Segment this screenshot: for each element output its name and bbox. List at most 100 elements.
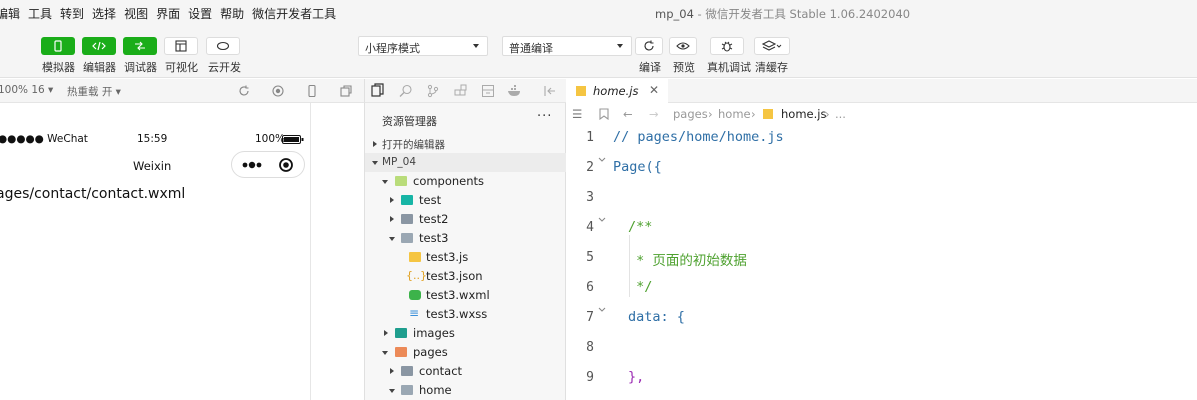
mode-select[interactable]: 小程序模式 — [358, 36, 488, 56]
menu-select[interactable]: 选择 — [92, 5, 116, 22]
more-dots-icon[interactable] — [241, 160, 263, 170]
line-number: 1 — [586, 130, 594, 145]
refresh-icon[interactable] — [237, 84, 251, 98]
tree-item-test3-wxss[interactable]: ≡ test3.wxss — [365, 305, 567, 324]
breadcrumb-item[interactable]: home.js — [781, 107, 826, 121]
cloud-label: 云开发 — [208, 61, 241, 74]
hot-reload-toggle[interactable]: 热重载 开 ▾ — [67, 84, 121, 99]
debugger-button[interactable] — [123, 37, 157, 55]
menu-tools[interactable]: 工具 — [28, 5, 52, 22]
js-file-icon — [409, 252, 421, 262]
back-arrow-icon[interactable]: ← — [623, 107, 633, 121]
chevron-right-icon: › — [825, 107, 830, 121]
bug-icon — [721, 41, 733, 52]
more-actions-icon[interactable]: ··· — [537, 109, 552, 124]
tree-item-label: components — [413, 174, 485, 188]
bookmark-icon[interactable] — [599, 108, 609, 120]
code-editor[interactable]: 1 2 3 4 5 6 7 8 9 // pages/home/home.js … — [566, 125, 1197, 400]
folder-icon — [395, 328, 407, 338]
zoom-select[interactable]: 100% 16 ▾ — [0, 84, 53, 96]
close-capsule-icon[interactable] — [278, 157, 294, 173]
menu-items: 编辑 工具 转到 选择 视图 界面 设置 帮助 微信开发者工具 — [0, 5, 336, 22]
menu-bar: 编辑 工具 转到 选择 视图 界面 设置 帮助 微信开发者工具 mp_04 - … — [0, 0, 1197, 26]
menu-view[interactable]: 视图 — [124, 5, 148, 22]
tree-item-label: images — [413, 326, 455, 340]
chevron-right-icon — [373, 141, 377, 147]
refresh-icon — [644, 40, 654, 51]
tree-item-test3[interactable]: test3 — [365, 229, 567, 248]
open-editors-section[interactable]: 打开的编辑器 — [365, 134, 567, 153]
line-number: 5 — [586, 250, 594, 265]
folder-open-icon — [401, 233, 413, 243]
wxml-file-icon — [409, 290, 421, 300]
breadcrumb-item[interactable]: ... — [835, 107, 846, 121]
remote-debug-label: 真机调试 — [707, 61, 751, 74]
capsule-menu[interactable] — [231, 151, 305, 178]
breadcrumb-item[interactable]: pages — [673, 107, 708, 121]
chevron-down-icon — [473, 44, 479, 48]
tree-item-test2[interactable]: test2 — [365, 210, 567, 229]
code-line-5: * 页面的初始数据 — [628, 253, 747, 269]
collapse-panel-icon[interactable] — [543, 84, 557, 98]
chevron-right-icon — [390, 216, 394, 222]
tree-item-contact[interactable]: contact — [365, 362, 567, 381]
tree-item-label: test3.wxml — [426, 288, 490, 302]
cloud-button[interactable] — [206, 37, 240, 55]
toolbar: 模拟器 编辑器 调试器 可视化 云开发 小程序模式 普通编译 编译 预览 真机调… — [0, 26, 1197, 78]
search-icon[interactable] — [399, 84, 413, 98]
simulator-button[interactable] — [41, 37, 75, 55]
extensions-icon[interactable] — [454, 84, 468, 98]
tab-home-js[interactable]: home.js ✕ — [566, 79, 668, 103]
fold-chevron-icon[interactable] — [598, 156, 606, 164]
tree-item-images[interactable]: images — [365, 324, 567, 343]
line-number: 9 — [586, 370, 594, 385]
compile-select[interactable]: 普通编译 — [502, 36, 632, 56]
tree-item-test3-wxml[interactable]: test3.wxml — [365, 286, 567, 305]
tree-item-test3-json[interactable]: {..} test3.json — [365, 267, 567, 286]
menu-interface[interactable]: 界面 — [156, 5, 180, 22]
git-icon[interactable] — [427, 84, 439, 98]
preview-button[interactable] — [669, 37, 697, 55]
phone-icon — [54, 40, 62, 52]
close-icon[interactable]: ✕ — [649, 83, 659, 97]
code-line-7: data: { — [628, 309, 685, 325]
forward-arrow-icon[interactable]: → — [649, 107, 659, 121]
visual-button[interactable] — [164, 37, 198, 55]
chevron-right-icon — [390, 197, 394, 203]
menu-settings[interactable]: 设置 — [188, 5, 212, 22]
js-file-icon — [576, 86, 586, 96]
fold-chevron-icon[interactable] — [598, 306, 606, 314]
chevron-right-icon — [384, 330, 388, 336]
compile-button[interactable] — [635, 37, 663, 55]
tree-item-label: contact — [419, 364, 463, 378]
js-file-icon — [763, 109, 773, 119]
record-icon[interactable] — [271, 84, 285, 98]
device-icon[interactable] — [305, 84, 319, 98]
remote-debug-button[interactable] — [710, 37, 744, 55]
tree-item-pages[interactable]: pages — [365, 343, 567, 362]
detach-icon[interactable] — [339, 84, 353, 98]
tree-item-test[interactable]: test — [365, 191, 567, 210]
chevron-down-icon — [372, 161, 378, 165]
tree-item-test3-js[interactable]: test3.js — [365, 248, 567, 267]
folder-open-icon — [395, 347, 407, 357]
preview-label: 预览 — [673, 61, 695, 74]
zoom-value: 100% 16 — [0, 84, 45, 96]
menu-goto[interactable]: 转到 — [60, 5, 84, 22]
storage-icon[interactable] — [481, 84, 495, 98]
project-root-section[interactable]: MP_04 — [365, 153, 567, 172]
list-icon[interactable]: ☰ — [572, 107, 582, 121]
breadcrumb-item[interactable]: home — [718, 107, 751, 121]
files-icon[interactable] — [371, 83, 385, 98]
clear-cache-button[interactable] — [754, 37, 790, 55]
menu-devtools[interactable]: 微信开发者工具 — [252, 5, 336, 22]
project-name: mp_04 — [655, 7, 694, 21]
editor-button[interactable] — [82, 37, 116, 55]
tree-item-components[interactable]: components — [365, 172, 567, 191]
docker-icon[interactable] — [507, 84, 523, 98]
menu-edit[interactable]: 编辑 — [0, 5, 20, 22]
fold-chevron-icon[interactable] — [598, 216, 606, 224]
chevron-right-icon — [390, 368, 394, 374]
menu-help[interactable]: 帮助 — [220, 5, 244, 22]
tree-item-home[interactable]: home — [365, 381, 567, 400]
